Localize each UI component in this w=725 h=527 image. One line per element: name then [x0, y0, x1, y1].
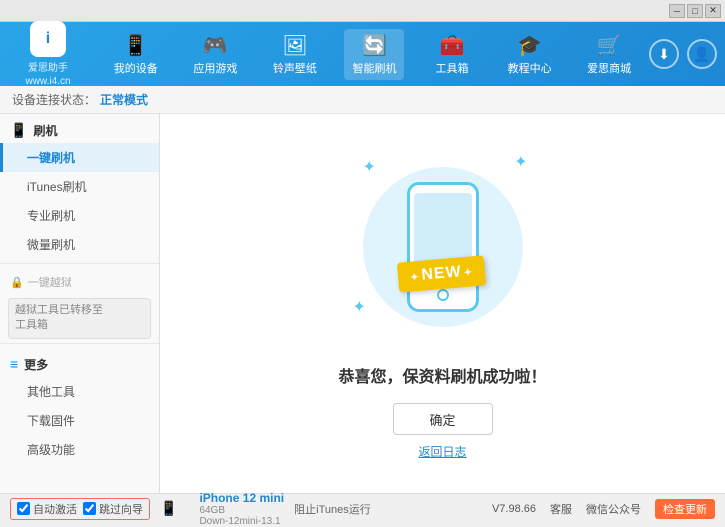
skip-wizard-input[interactable]	[83, 502, 96, 515]
auto-connect-input[interactable]	[17, 502, 30, 515]
nav-items: 📱 我的设备 🎮 应用游戏 🖼 铃声壁纸 🔄 智能刷机 🧰 工具箱 🎓 教程中心…	[96, 29, 649, 80]
itunes-status: 阻止iTunes运行	[294, 501, 371, 517]
logo-icon: i	[30, 21, 66, 57]
sparkle-icon-tl: ✦	[363, 157, 376, 177]
game-icon: 🎮	[203, 33, 228, 58]
auto-connect-checkbox[interactable]: 自动激活	[17, 501, 77, 517]
sidebar-item-save-flash[interactable]: 微量刷机	[0, 230, 159, 259]
nav-label: 应用游戏	[193, 60, 237, 76]
title-bar: ─ □ ✕	[0, 0, 725, 22]
title-bar-controls[interactable]: ─ □ ✕	[669, 4, 721, 18]
more-section-label: 更多	[24, 356, 48, 373]
sidebar-item-itunes-flash[interactable]: iTunes刷机	[0, 172, 159, 201]
nav-label: 爱思商城	[587, 60, 631, 76]
logo-line2: www.i4.cn	[25, 76, 70, 87]
sidebar-item-one-click-flash[interactable]: 一键刷机	[0, 143, 159, 172]
main-area: 📱 刷机 一键刷机 iTunes刷机 专业刷机 微量刷机 🔒 一键越狱 越狱工具…	[0, 114, 725, 493]
new-badge: NEW	[397, 255, 486, 292]
lock-icon: 🔒	[10, 276, 24, 289]
nav-label: 我的设备	[114, 60, 158, 76]
wechat-link[interactable]: 微信公众号	[586, 501, 641, 517]
nav-label: 教程中心	[508, 60, 552, 76]
phone-illustration: ✦ ✦ ✦ NEW	[343, 147, 543, 347]
nav-shop[interactable]: 🛒 爱思商城	[579, 29, 639, 80]
status-bar: 设备连接状态： 正常模式	[0, 86, 725, 114]
customer-service-link[interactable]: 客服	[550, 501, 572, 517]
nav-label: 智能刷机	[352, 60, 396, 76]
tutorial-icon: 🎓	[517, 33, 542, 58]
status-label: 设备连接状态：	[12, 91, 96, 108]
header: i 爱思助手 www.i4.cn 📱 我的设备 🎮 应用游戏 🖼 铃声壁纸 🔄 …	[0, 22, 725, 86]
sidebar-section-flash: 📱 刷机	[0, 114, 159, 143]
nav-my-device[interactable]: 📱 我的设备	[106, 29, 166, 80]
bottom-right: V7.98.66 客服 微信公众号 检查更新	[492, 499, 715, 519]
device-info: iPhone 12 mini 64GB Down-12mini-13.1	[199, 491, 284, 527]
jailbreak-label: 一键越狱	[28, 274, 72, 290]
sidebar: 📱 刷机 一键刷机 iTunes刷机 专业刷机 微量刷机 🔒 一键越狱 越狱工具…	[0, 114, 160, 493]
sidebar-item-pro-flash[interactable]: 专业刷机	[0, 201, 159, 230]
phone-shape: NEW	[407, 182, 479, 312]
bottom-left: 自动激活 跳过向导 📱 iPhone 12 mini 64GB Down-12m…	[10, 491, 480, 527]
skip-wizard-checkbox[interactable]: 跳过向导	[83, 501, 143, 517]
status-value: 正常模式	[100, 91, 148, 108]
device-phone-icon: 📱	[160, 500, 177, 517]
nav-smart-shop[interactable]: 🔄 智能刷机	[344, 29, 404, 80]
flash-section-icon: 📱	[10, 122, 27, 139]
nav-toolbox[interactable]: 🧰 工具箱	[424, 29, 480, 80]
sparkle-icon-tr: ✦	[514, 152, 527, 172]
user-button[interactable]: 👤	[687, 39, 717, 69]
confirm-button[interactable]: 确定	[393, 403, 493, 435]
maximize-button[interactable]: □	[687, 4, 703, 18]
phone-home-button	[437, 289, 449, 301]
flash-section-label: 刷机	[33, 122, 57, 139]
nav-label: 工具箱	[436, 60, 469, 76]
auto-connect-label: 自动激活	[33, 501, 77, 517]
sparkle-icon-bl: ✦	[353, 297, 366, 317]
more-section-icon: ≡	[10, 356, 18, 372]
logo: i 爱思助手 www.i4.cn	[8, 21, 88, 87]
success-text: 恭喜您，保资料刷机成功啦！	[338, 363, 546, 387]
jailbreak-notice: 越狱工具已转移至工具箱	[8, 298, 151, 339]
nav-tutorial[interactable]: 🎓 教程中心	[500, 29, 560, 80]
sidebar-item-download-firmware[interactable]: 下载固件	[0, 406, 159, 435]
back-link[interactable]: 返回日志	[418, 443, 466, 460]
sidebar-jailbreak-header: 🔒 一键越狱	[0, 268, 159, 294]
shop-icon: 🛒	[597, 33, 622, 58]
sidebar-item-advanced[interactable]: 高级功能	[0, 435, 159, 464]
download-button[interactable]: ⬇	[649, 39, 679, 69]
header-right: ⬇ 👤	[649, 39, 717, 69]
nav-app-game[interactable]: 🎮 应用游戏	[185, 29, 245, 80]
toolbox-icon: 🧰	[440, 33, 465, 58]
smart-icon: 🔄	[362, 33, 387, 58]
logo-line1: 爱思助手	[28, 59, 68, 74]
device-model: Down-12mini-13.1	[199, 516, 284, 527]
bottom-bar: 自动激活 跳过向导 📱 iPhone 12 mini 64GB Down-12m…	[0, 493, 725, 523]
wallpaper-icon: 🖼	[282, 33, 307, 58]
update-button[interactable]: 检查更新	[655, 499, 715, 519]
device-icon: 📱	[123, 33, 148, 58]
skip-wizard-label: 跳过向导	[99, 501, 143, 517]
sidebar-item-other-tools[interactable]: 其他工具	[0, 377, 159, 406]
checkbox-group: 自动激活 跳过向导	[10, 498, 150, 520]
close-button[interactable]: ✕	[705, 4, 721, 18]
device-storage: 64GB	[199, 505, 284, 516]
version-text: V7.98.66	[492, 503, 536, 515]
nav-label: 铃声壁纸	[273, 60, 317, 76]
minimize-button[interactable]: ─	[669, 4, 685, 18]
main-content: ✦ ✦ ✦ NEW 恭喜您，保资料刷机成功啦！ 确定 返回日志	[160, 114, 725, 493]
sidebar-section-more: ≡ 更多	[0, 348, 159, 377]
nav-wallpaper[interactable]: 🖼 铃声壁纸	[265, 29, 325, 80]
itunes-status-text: 阻止iTunes运行	[294, 501, 371, 517]
